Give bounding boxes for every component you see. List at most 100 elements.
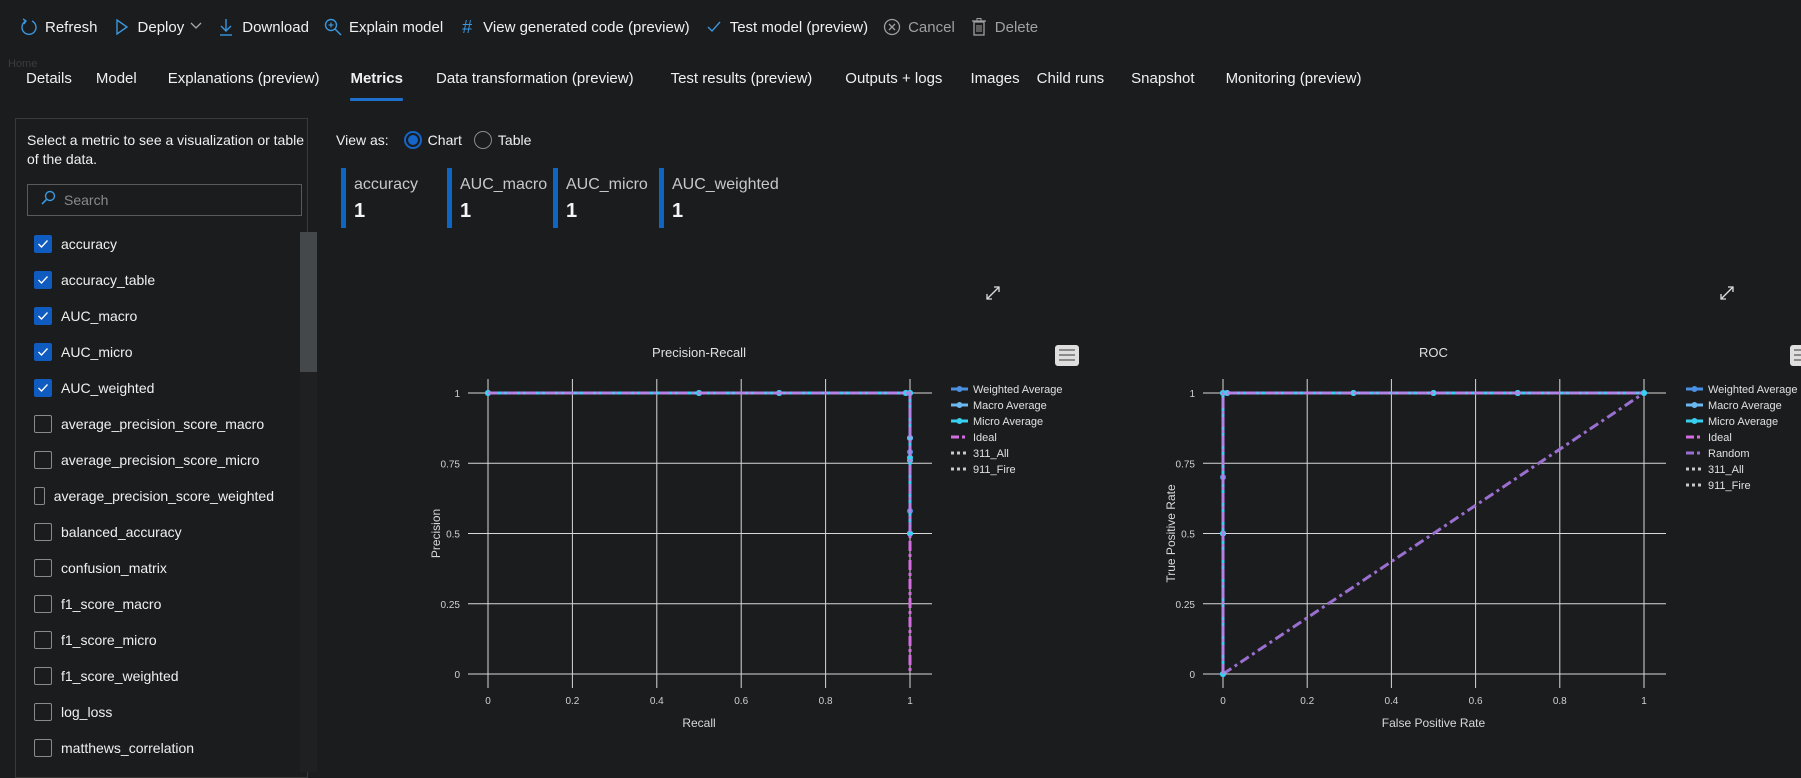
- cancel-button[interactable]: Cancel: [883, 18, 955, 36]
- legend-label: Micro Average: [1708, 416, 1778, 428]
- tab-test-results-preview[interactable]: Test results (preview): [671, 70, 813, 101]
- metric-item[interactable]: matthews_correlation: [34, 730, 274, 766]
- metric-checkbox[interactable]: [34, 595, 52, 613]
- download-icon: [217, 18, 235, 36]
- metric-checkbox[interactable]: [34, 451, 52, 469]
- metric-checkbox[interactable]: [34, 739, 52, 757]
- tab-explanations-preview[interactable]: Explanations (preview): [168, 70, 320, 101]
- search-box[interactable]: [27, 184, 302, 216]
- refresh-button[interactable]: Refresh: [20, 18, 98, 36]
- delete-button[interactable]: Delete: [970, 18, 1038, 36]
- metric-item[interactable]: average_precision_score_weighted: [34, 478, 274, 514]
- tab-details[interactable]: Details: [26, 70, 72, 101]
- metric-checkbox[interactable]: [34, 631, 52, 649]
- metric-checkbox[interactable]: [34, 343, 52, 361]
- delete-icon: [970, 18, 988, 36]
- scrollbar[interactable]: [300, 232, 317, 772]
- metric-checkbox[interactable]: [34, 415, 52, 433]
- legend-item[interactable]: 311_All: [951, 448, 1009, 460]
- x-tick-label: 0.8: [819, 696, 833, 707]
- legend-item[interactable]: Micro Average: [1686, 416, 1778, 428]
- explain-model-button[interactable]: Explain model: [324, 18, 443, 36]
- tab-snapshot[interactable]: Snapshot: [1131, 70, 1194, 101]
- metric-label: f1_score_macro: [61, 596, 162, 612]
- metric-checkbox[interactable]: [34, 667, 52, 685]
- legend-marker: [956, 386, 963, 392]
- x-tick-label: 0.2: [1300, 696, 1314, 707]
- metric-checkbox[interactable]: [34, 703, 52, 721]
- metric-cards: accuracy 1 AUC_macro 1 AUC_micro 1 AUC_weighte…: [341, 168, 779, 228]
- deploy-button[interactable]: Deploy: [113, 18, 203, 36]
- metric-checkbox[interactable]: [34, 523, 52, 541]
- metric-item[interactable]: accuracy_table: [34, 262, 274, 298]
- metric-item[interactable]: average_precision_score_macro: [34, 406, 274, 442]
- metric-checkbox[interactable]: [34, 379, 52, 397]
- panel-description: Select a metric to see a visualization o…: [27, 132, 305, 167]
- chevron-down-icon[interactable]: [190, 21, 202, 33]
- legend-item[interactable]: Ideal: [1686, 432, 1732, 444]
- download-button[interactable]: Download: [217, 18, 309, 36]
- test-model-preview-button[interactable]: Test model (preview): [705, 18, 868, 36]
- tab-model[interactable]: Model: [96, 70, 137, 101]
- metric-item[interactable]: average_precision_score_micro: [34, 442, 274, 478]
- legend-item[interactable]: Weighted Average: [1686, 384, 1798, 396]
- legend-item[interactable]: Random: [1686, 448, 1750, 460]
- expand-icon[interactable]: [985, 285, 1001, 306]
- checkmark-icon: [38, 312, 48, 320]
- cancel-icon: [883, 18, 901, 36]
- metric-item[interactable]: AUC_micro: [34, 334, 274, 370]
- legend-label: Ideal: [1708, 432, 1732, 444]
- radio-chart[interactable]: [403, 131, 422, 149]
- metric-card-value: 1: [566, 200, 578, 222]
- metric-label: accuracy_table: [61, 272, 156, 288]
- metric-item[interactable]: balanced_accuracy: [34, 514, 274, 550]
- metric-label: average_precision_score_macro: [61, 416, 265, 432]
- tab-outputs-logs[interactable]: Outputs + logs: [845, 70, 942, 101]
- metric-item[interactable]: log_loss: [34, 694, 274, 730]
- tab-child-runs[interactable]: Child runs: [1037, 70, 1105, 101]
- radio-table[interactable]: [473, 131, 492, 149]
- legend-item[interactable]: Micro Average: [951, 416, 1043, 428]
- legend-item[interactable]: 311_All: [1686, 464, 1744, 476]
- legend-item[interactable]: Ideal: [951, 432, 997, 444]
- metric-checkbox[interactable]: [34, 487, 45, 505]
- metric-checkbox[interactable]: [34, 235, 52, 253]
- metric-checkbox[interactable]: [34, 307, 52, 325]
- search-input[interactable]: [62, 191, 286, 209]
- expand-icon[interactable]: [1719, 285, 1735, 306]
- metric-checkbox[interactable]: [34, 271, 52, 289]
- legend-item[interactable]: Macro Average: [951, 400, 1047, 412]
- scrollbar-thumb[interactable]: [300, 232, 317, 372]
- legend-item[interactable]: 911_Fire: [951, 464, 1016, 476]
- metric-checkbox[interactable]: [34, 559, 52, 577]
- toolbar-button-label: Delete: [994, 18, 1039, 36]
- metric-item[interactable]: f1_score_macro: [34, 586, 274, 622]
- legend-item[interactable]: Weighted Average: [951, 384, 1063, 396]
- view-as-table-option[interactable]: Table: [473, 131, 532, 149]
- legend-item[interactable]: 911_Fire: [1686, 480, 1751, 492]
- toolbar-button-label: Download: [242, 18, 309, 36]
- radio-table-label: Table: [497, 132, 532, 148]
- metric-item[interactable]: confusion_matrix: [34, 550, 274, 586]
- tab-data-transformation-preview[interactable]: Data transformation (preview): [436, 70, 634, 101]
- breadcrumb[interactable]: Home: [8, 58, 37, 70]
- metric-item[interactable]: f1_score_weighted: [34, 658, 274, 694]
- y-tick-label: 0.5: [1181, 530, 1195, 541]
- tab-images[interactable]: Images: [970, 70, 1019, 101]
- metric-label: f1_score_micro: [61, 632, 157, 648]
- view-as-chart-option[interactable]: Chart: [403, 131, 462, 149]
- metric-item[interactable]: accuracy: [34, 226, 274, 262]
- legend-marker: [956, 418, 963, 424]
- tab-metrics[interactable]: Metrics: [350, 70, 403, 101]
- legend-label: Weighted Average: [973, 384, 1063, 396]
- view-generated-code-preview-button[interactable]: # View generated code (preview): [458, 17, 690, 37]
- legend-marker: [1691, 402, 1698, 408]
- metric-item[interactable]: AUC_weighted: [34, 370, 274, 406]
- metric-card: AUC_macro 1: [447, 168, 547, 228]
- metric-item[interactable]: f1_score_micro: [34, 622, 274, 658]
- search-icon: [40, 190, 56, 211]
- metric-item[interactable]: AUC_macro: [34, 298, 274, 334]
- metric-card-name: accuracy: [354, 176, 419, 193]
- legend-item[interactable]: Macro Average: [1686, 400, 1782, 412]
- tab-monitoring-preview[interactable]: Monitoring (preview): [1226, 70, 1362, 101]
